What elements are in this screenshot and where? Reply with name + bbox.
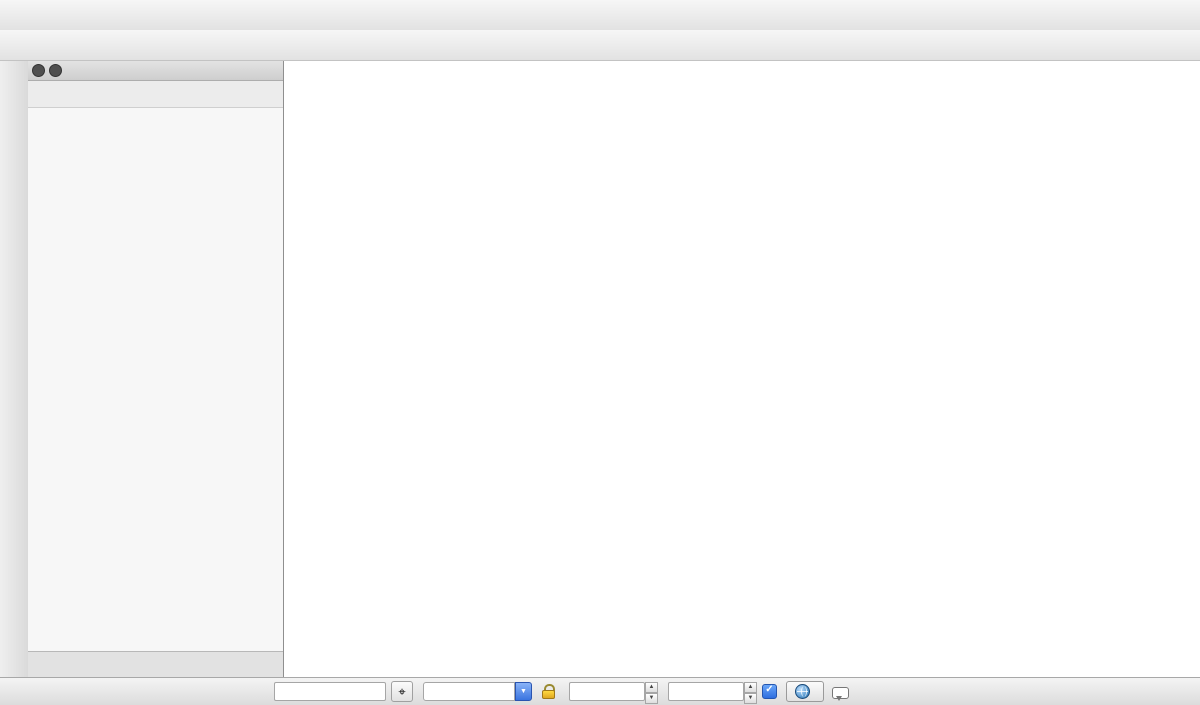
mouse-position-toggle-button[interactable]: ⌖ [391, 681, 413, 702]
panel-close-button[interactable] [32, 64, 45, 77]
layers-panel-header [28, 60, 283, 81]
layer-list [28, 108, 283, 651]
magnifier-input[interactable] [569, 682, 645, 701]
coordinate-input[interactable] [274, 682, 386, 701]
globe-icon [795, 684, 810, 699]
lock-icon [542, 684, 555, 699]
render-checkbox[interactable] [762, 684, 777, 699]
layers-panel [28, 60, 284, 678]
panel-float-button[interactable] [49, 64, 62, 77]
map-canvas[interactable] [283, 60, 1200, 678]
layers-panel-toolbar [28, 81, 283, 108]
scale-combo: ▼ [423, 682, 532, 701]
magnifier-stepper[interactable]: ▲▼ [645, 682, 658, 701]
rotation-spin: ▲▼ [668, 682, 757, 701]
scale-lock-button[interactable] [537, 681, 559, 702]
magnifier-spin: ▲▼ [569, 682, 658, 701]
main-toolbar-row1 [0, 0, 1200, 31]
main-toolbar-row2 [0, 30, 1200, 61]
panel-tabs [28, 651, 283, 678]
manage-layers-toolbar [0, 60, 29, 678]
rotation-input[interactable] [668, 682, 744, 701]
scale-input[interactable] [423, 682, 515, 701]
messages-button[interactable] [829, 681, 851, 702]
crosshair-icon: ⌖ [398, 684, 405, 700]
scale-dropdown-button[interactable]: ▼ [515, 682, 532, 701]
rotation-stepper[interactable]: ▲▼ [744, 682, 757, 701]
message-bubble-icon [832, 687, 849, 699]
status-bar: ⌖ ▼ ▲▼ ▲▼ [0, 677, 1200, 705]
crs-status-button[interactable] [786, 681, 824, 702]
